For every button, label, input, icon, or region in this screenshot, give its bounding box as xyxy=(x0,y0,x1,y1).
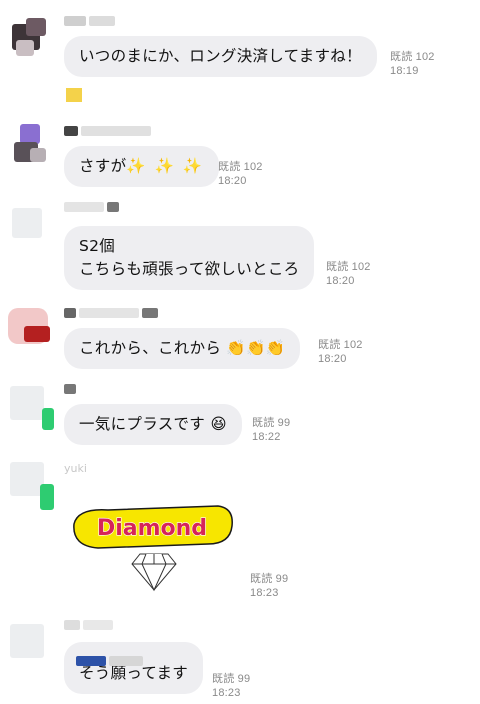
sender-name-redacted xyxy=(64,308,161,320)
timestamp: 18:20 xyxy=(218,175,247,187)
avatar[interactable] xyxy=(4,302,52,350)
timestamp: 18:19 xyxy=(390,65,419,77)
timestamp: 18:23 xyxy=(212,687,241,699)
avatar[interactable] xyxy=(4,458,54,510)
reply-preview-redacted xyxy=(76,650,146,666)
message-meta: 既読 102 18:19 xyxy=(390,50,435,78)
read-receipt: 既読 102 xyxy=(218,161,263,173)
diamond-icon xyxy=(131,553,177,592)
read-receipt: 既読 102 xyxy=(326,261,371,273)
sender-name-redacted xyxy=(64,620,116,632)
timestamp: 18:20 xyxy=(318,353,347,365)
message-text-line: こちらも頑張って欲しいところ xyxy=(79,260,300,278)
message-meta: 既読 102 18:20 xyxy=(326,260,371,288)
chat-screen: { "messages": [ {"text": ["いつのまにか、ロング決済し… xyxy=(0,0,480,704)
message-meta: 既読 99 18:23 xyxy=(212,672,250,700)
clapping-hands-emoji-icon: 👏👏👏 xyxy=(221,339,286,357)
read-receipt: 既読 99 xyxy=(250,573,289,585)
timestamp: 18:20 xyxy=(326,275,355,287)
sender-name-redacted xyxy=(64,384,79,396)
message-text: いつのまにか、ロング決済してますね！ xyxy=(79,47,362,65)
message-bubble[interactable]: S2個 こちらも頑張って欲しいところ xyxy=(64,226,315,290)
grinning-squinting-emoji-icon: 😆 xyxy=(205,415,227,433)
read-receipt: 既読 99 xyxy=(212,673,251,685)
message-meta: 既読 99 18:23 xyxy=(250,572,288,600)
reaction-decoration xyxy=(66,88,82,102)
timestamp: 18:22 xyxy=(252,431,281,443)
message-text: そう願ってます xyxy=(79,664,189,682)
avatar[interactable] xyxy=(4,124,52,172)
timestamp: 18:23 xyxy=(250,587,279,599)
avatar[interactable] xyxy=(4,200,52,248)
message-bubble[interactable]: さすが✨ ✨ ✨ xyxy=(64,146,220,187)
sticker-text: Diamond xyxy=(97,516,207,541)
message-text-line: S2個 xyxy=(79,237,116,255)
message-meta: 既読 102 18:20 xyxy=(318,338,363,366)
message-bubble[interactable]: これから、これから 👏👏👏 xyxy=(64,328,301,369)
message-meta: 既読 99 18:22 xyxy=(252,416,290,444)
sender-name-redacted xyxy=(64,202,122,214)
sparkles-emoji-icon: ✨ ✨ ✨ xyxy=(126,157,205,175)
read-receipt: 既読 99 xyxy=(252,417,291,429)
avatar[interactable] xyxy=(4,14,52,62)
message-bubble[interactable]: いつのまにか、ロング決済してますね！ xyxy=(64,36,377,77)
message-text: これから、これから xyxy=(79,339,222,357)
sender-name-redacted xyxy=(64,126,154,138)
diamond-sticker-graphic: Diamond xyxy=(73,505,233,592)
message-bubble[interactable]: 一気にプラスです 😆 xyxy=(64,404,242,445)
sender-name-redacted xyxy=(64,16,118,28)
read-receipt: 既読 102 xyxy=(390,51,435,63)
avatar[interactable] xyxy=(4,618,52,666)
read-receipt: 既読 102 xyxy=(318,339,363,351)
sender-name: yuki xyxy=(64,462,87,475)
message-text: さすが xyxy=(79,157,127,175)
message-meta: 既読 102 18:20 xyxy=(218,160,263,188)
avatar[interactable] xyxy=(4,382,54,430)
message-bubble[interactable]: そう願ってます xyxy=(64,642,204,694)
diamond-sticker[interactable]: Diamond xyxy=(68,502,238,594)
message-text: 一気にプラスです xyxy=(79,415,206,433)
